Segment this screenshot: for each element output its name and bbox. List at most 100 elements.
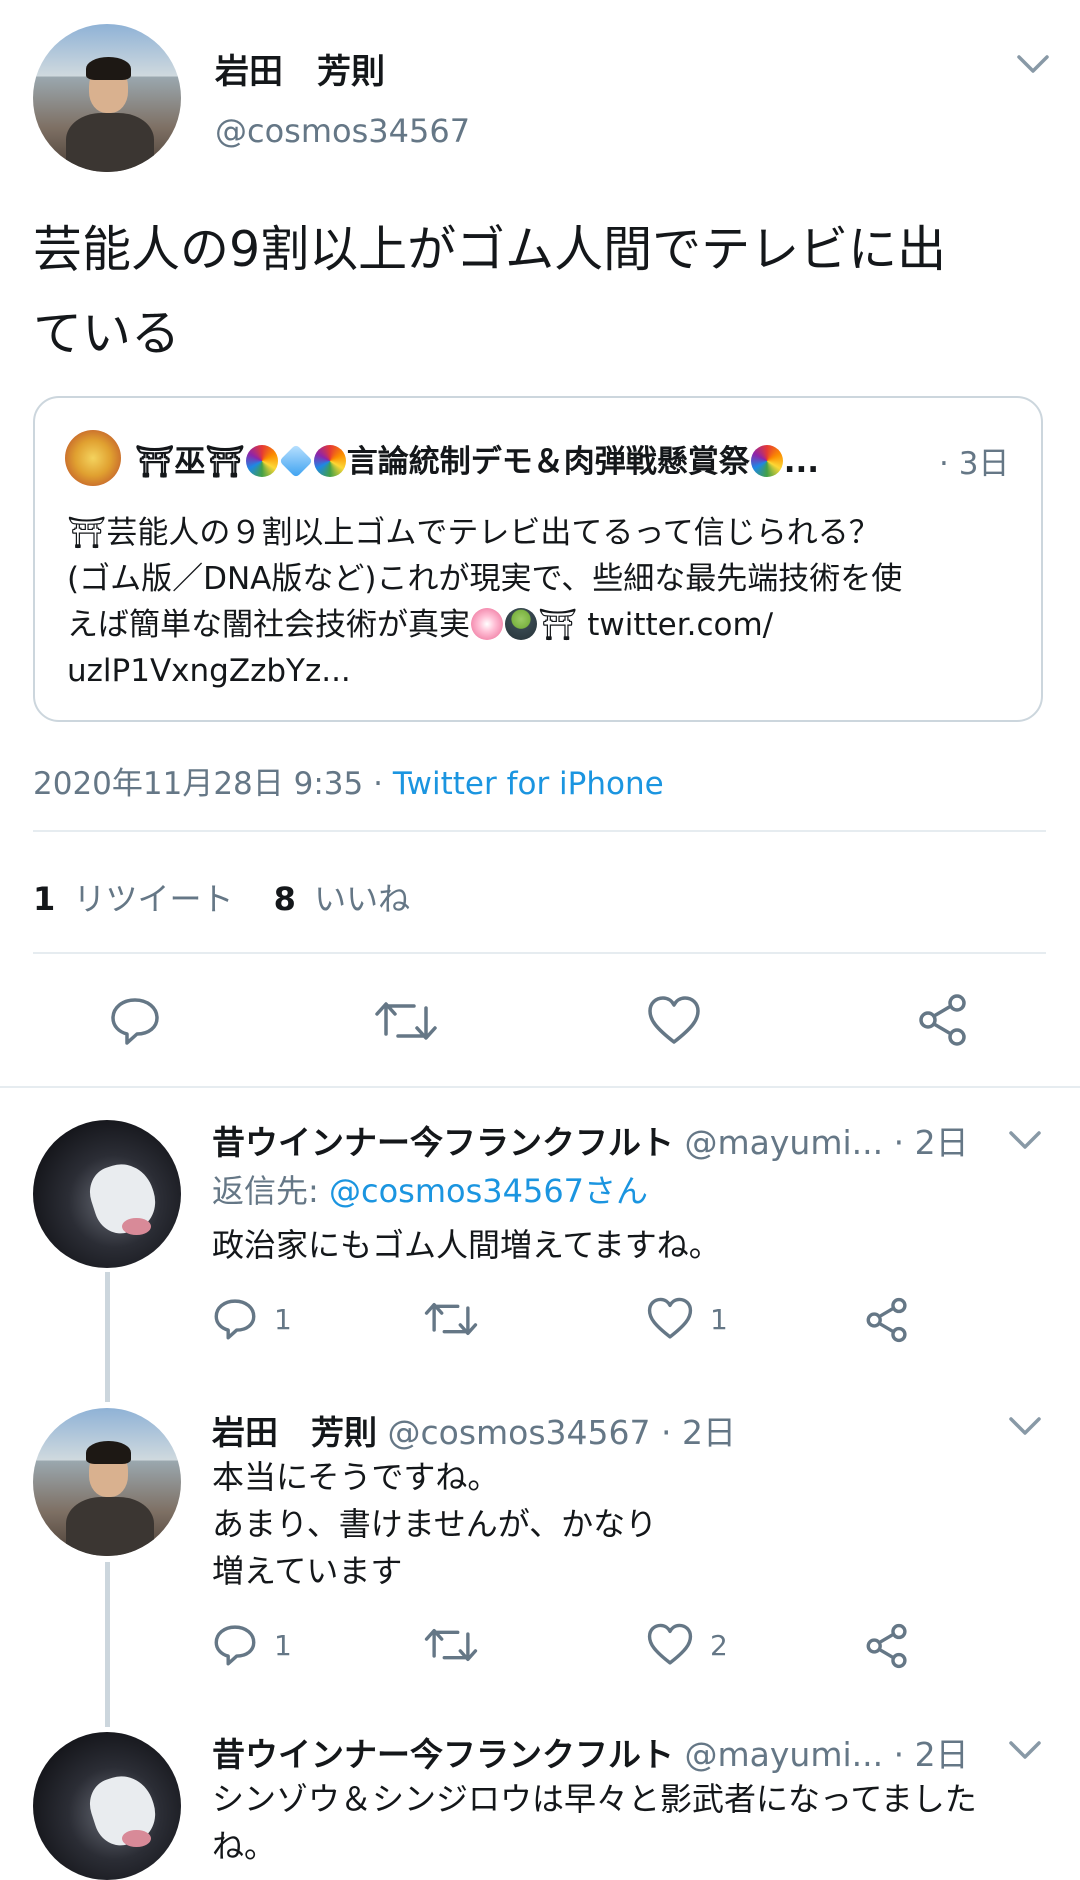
reply-text-line: 政治家にもゴム人間増えてますね。 — [212, 1226, 721, 1264]
divider — [33, 830, 1046, 832]
tweet-menu-chevron[interactable] — [1016, 52, 1050, 76]
rainbow-emoji-icon — [750, 445, 783, 477]
share-icon — [866, 1623, 907, 1669]
retweet-icon — [375, 1002, 437, 1040]
tweet-timestamp: 2020年11月28日 9:35 · — [33, 766, 393, 802]
reply-author-handle[interactable]: @mayumi... — [685, 1123, 884, 1162]
thread-line — [105, 1272, 110, 1402]
tweet-stats: 1 リツイート 8 いいね — [33, 874, 410, 920]
tea-emoji-icon — [505, 608, 537, 640]
reply-text-line: あまり、書けませんが、かなり — [212, 1505, 658, 1543]
quoted-author-name[interactable]: ⛩巫⛩ 言論統制デモ＆肉弾戦懸賞祭... — [135, 436, 915, 481]
reply-to-label: 返信先: — [212, 1172, 329, 1210]
reply-button[interactable]: 1 — [212, 1622, 292, 1668]
reply-avatar[interactable] — [33, 1120, 181, 1268]
reply-to-handle[interactable]: @cosmos34567さん — [329, 1172, 648, 1210]
reply-count: 1 — [274, 1302, 292, 1336]
quoted-author-name-part: 言論統制デモ＆肉弾戦懸賞祭 — [346, 444, 750, 480]
thread-line — [105, 1562, 110, 1727]
share-button[interactable] — [864, 1296, 910, 1344]
quoted-text-line: (ゴム版／DNA版など)これが現実で、些細な最先端技術を使 — [67, 561, 903, 597]
like-count: 1 — [710, 1302, 728, 1336]
reply-text-line: 増えています — [212, 1552, 403, 1590]
like-button[interactable]: 2 — [646, 1622, 728, 1668]
quoted-link-text[interactable]: ⛩ twitter.com/ — [538, 607, 773, 643]
reply-action-bar: 1 2 — [212, 1622, 932, 1672]
retweet-icon — [424, 1628, 478, 1662]
retweet-button[interactable] — [424, 1296, 478, 1342]
author-name[interactable]: 岩田 芳則 — [215, 44, 385, 93]
tweet-text-line: ている — [33, 305, 181, 362]
retweet-button[interactable] — [424, 1622, 478, 1668]
reply-action-bar: 1 1 — [212, 1296, 932, 1346]
quoted-text-line[interactable]: uzlP1VxngZzbYz... — [67, 648, 1017, 694]
reply-avatar[interactable] — [33, 1732, 181, 1880]
share-button[interactable] — [864, 1622, 910, 1670]
reply-to: 返信先: @cosmos34567さん — [212, 1166, 648, 1212]
reply-button[interactable]: 1 — [212, 1296, 292, 1342]
share-button[interactable] — [916, 992, 970, 1048]
like-button[interactable]: 1 — [646, 1296, 728, 1342]
reply-header: 昔ウインナー今フランクフルト @mayumi... · 2日 — [212, 1728, 982, 1776]
retweet-label: リツイート — [73, 880, 234, 918]
reply-text: 本当にそうですね。 あまり、書けませんが、かなり 増えています — [212, 1454, 657, 1595]
reply-icon — [214, 1299, 256, 1340]
like-icon — [647, 1623, 693, 1665]
like-count: 2 — [710, 1628, 728, 1662]
reply-author-name[interactable]: 昔ウインナー今フランクフルト — [212, 1735, 674, 1774]
author-handle[interactable]: @cosmos34567 — [215, 112, 470, 150]
like-count: 8 — [273, 880, 296, 918]
like-icon — [648, 996, 700, 1044]
reply-chevron[interactable] — [1008, 1414, 1042, 1438]
reply-text-line: 本当にそうですね。 — [212, 1458, 500, 1496]
quoted-time: · 3日 — [939, 446, 1010, 482]
reply-text-line: ね。 — [212, 1827, 277, 1865]
reply-count: 1 — [274, 1628, 292, 1662]
reply-text: 政治家にもゴム人間増えてますね。 — [212, 1222, 721, 1268]
reply-author-handle[interactable]: @cosmos34567 — [388, 1413, 651, 1452]
reply-time: · 2日 — [661, 1413, 737, 1452]
quoted-text: ⛩芸能人の９割以上ゴムでテレビ出てるって信じられる？ (ゴム版／DNA版など)こ… — [67, 510, 1017, 694]
chevron-down-icon — [1017, 55, 1049, 73]
reply-button[interactable] — [108, 994, 162, 1048]
quoted-text-part: えば簡単な闇社会技術が真実 — [67, 607, 470, 643]
reply-time: · 2日 — [893, 1123, 969, 1162]
author-avatar[interactable] — [33, 24, 181, 172]
divider — [0, 1086, 1080, 1088]
reply-text-line: シンゾウ＆シンジロウは早々と影武者になってました — [212, 1780, 977, 1818]
tweet-text-line: 芸能人の9割以上がゴム人間でテレビに出 — [33, 221, 947, 278]
rainbow-emoji-icon — [245, 445, 278, 477]
reply-icon — [111, 998, 159, 1045]
reply-author-name[interactable]: 岩田 芳則 — [212, 1413, 377, 1452]
cherry-blossom-emoji-icon — [471, 608, 503, 640]
reply-header: 昔ウインナー今フランクフルト @mayumi... · 2日 — [212, 1116, 982, 1164]
reply-chevron[interactable] — [1008, 1128, 1042, 1152]
retweet-button[interactable] — [374, 994, 438, 1048]
quoted-text-line: えば簡単な闇社会技術が真実 ⛩ twitter.com/ — [67, 602, 1017, 648]
share-icon — [919, 994, 966, 1046]
tweet-text: 芸能人の9割以上がゴム人間でテレビに出 ている — [33, 208, 946, 376]
retweet-icon — [424, 1302, 478, 1336]
reply-avatar[interactable] — [33, 1408, 181, 1556]
retweet-stat[interactable]: 1 リツイート — [33, 880, 244, 918]
quoted-author-name-part: ⛩巫⛩ — [135, 444, 245, 480]
divider — [33, 952, 1046, 954]
chevron-down-icon — [1009, 1131, 1041, 1149]
like-stat[interactable]: 8 いいね — [274, 880, 410, 918]
gem-emoji-icon — [278, 444, 313, 478]
like-icon — [647, 1297, 693, 1339]
quoted-tweet-card[interactable]: ⛩巫⛩ 言論統制デモ＆肉弾戦懸賞祭... · 3日 ⛩芸能人の９割以上ゴムでテレビ… — [33, 396, 1043, 722]
tweet-source-link[interactable]: Twitter for iPhone — [393, 766, 664, 802]
chevron-down-icon — [1009, 1741, 1041, 1759]
reply-author-name[interactable]: 昔ウインナー今フランクフルト — [212, 1123, 674, 1162]
like-button[interactable] — [646, 994, 702, 1048]
reply-chevron[interactable] — [1008, 1738, 1042, 1762]
quoted-author-avatar — [65, 430, 121, 486]
retweet-count: 1 — [33, 880, 56, 918]
chevron-down-icon — [1009, 1417, 1041, 1435]
reply-icon — [214, 1625, 256, 1666]
reply-time: · 2日 — [893, 1735, 969, 1774]
reply-text: シンゾウ＆シンジロウは早々と影武者になってました ね。 — [212, 1776, 1062, 1870]
reply-author-handle[interactable]: @mayumi... — [685, 1735, 884, 1774]
quoted-text-line: ⛩芸能人の９割以上ゴムでテレビ出てるって信じられる？ — [67, 515, 880, 551]
